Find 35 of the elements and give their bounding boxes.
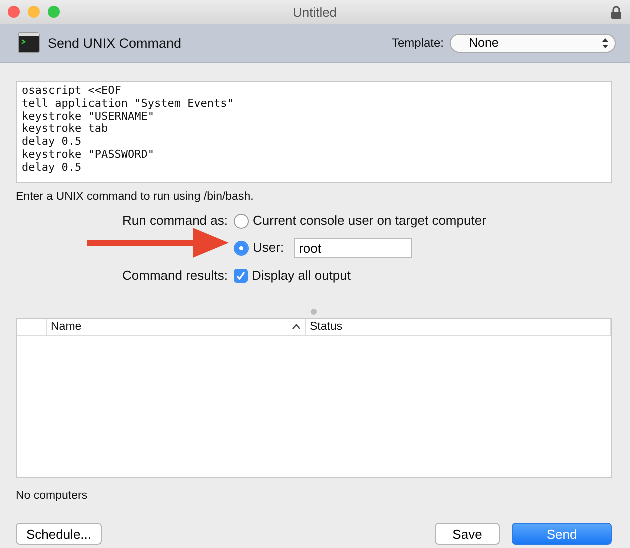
radio-label[interactable]: User:: [253, 239, 284, 257]
template-label: Template:: [392, 36, 444, 50]
script-line: keystroke "PASSWORD": [22, 148, 156, 162]
window-title: Untitled: [292, 4, 338, 20]
script-field[interactable]: osascript <<EOF tell application "System Events" keystroke "USERNAME" keystroke tab delay 0.5 keystroke "PASSWORD" delay 0.5: [16, 81, 612, 183]
script-line: keystroke tab: [22, 123, 110, 136]
sort-caret-icon: [292, 324, 301, 330]
radio-button[interactable]: [234, 214, 249, 228]
checkbox-label[interactable]: Display all output: [252, 267, 351, 285]
lock-icon: [611, 6, 622, 18]
close-button[interactable]: [8, 6, 20, 18]
template-dropdown[interactable]: None: [450, 34, 616, 52]
column-header[interactable]: Name: [47, 319, 306, 335]
script-line: keystroke "USERNAME": [22, 110, 156, 124]
button[interactable]: Save: [435, 523, 500, 545]
radio-button[interactable]: [234, 240, 249, 256]
script-line: tell application "System Events": [22, 98, 235, 111]
stepper-arrows-icon: [602, 38, 609, 48]
splitter-handle[interactable]: [311, 308, 317, 314]
script-line: delay 0.5: [22, 162, 83, 175]
script-line: delay 0.5: [22, 136, 83, 149]
status-text: No computers: [16, 490, 89, 502]
checkbox[interactable]: [234, 269, 248, 283]
toolbar-title: Send UNIX Command: [48, 36, 182, 50]
user-field[interactable]: root: [294, 238, 412, 258]
column-header[interactable]: Status: [306, 319, 611, 335]
script-line: osascript <<EOF: [22, 85, 122, 98]
help-text: Enter a UNIX command to run using /bin/bash.: [16, 191, 255, 203]
minimize-button[interactable]: [28, 6, 40, 18]
run-as-label: Run command as:: [122, 212, 228, 230]
radio-label[interactable]: Current console user on target computer: [253, 212, 486, 230]
button[interactable]: Schedule...: [16, 523, 102, 545]
results-label: Command results:: [122, 267, 228, 285]
terminal-icon: [18, 32, 40, 54]
zoom-button[interactable]: [48, 6, 60, 18]
